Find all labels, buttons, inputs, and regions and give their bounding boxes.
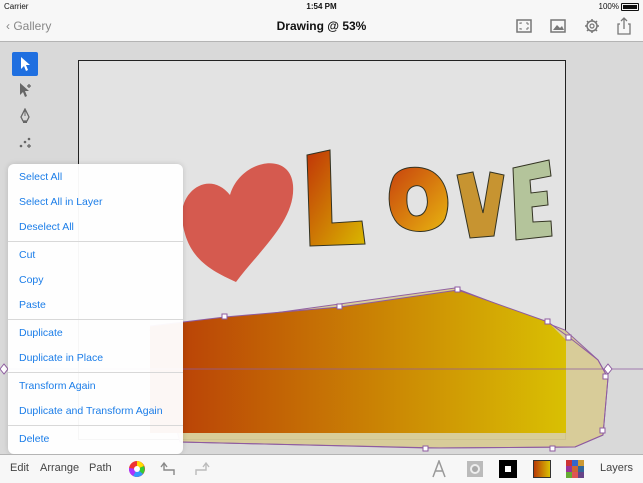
color-wheel-icon[interactable] xyxy=(128,460,146,478)
pen-icon xyxy=(20,108,30,123)
menu-item-copy[interactable]: Copy xyxy=(8,268,183,293)
text-tool-icon[interactable] xyxy=(430,460,448,478)
menu-item-select-all[interactable]: Select All xyxy=(8,165,183,190)
arrange-button[interactable]: Arrange xyxy=(40,462,79,474)
menu-divider xyxy=(8,372,183,373)
menu-item-duplicate[interactable]: Duplicate xyxy=(8,321,183,346)
path-button[interactable]: Path xyxy=(89,462,112,474)
share-icon[interactable] xyxy=(614,17,634,35)
redo-icon[interactable] xyxy=(192,461,210,477)
heart-shape xyxy=(181,163,294,282)
letter-v xyxy=(456,171,505,239)
fill-color-swatch[interactable] xyxy=(533,460,551,478)
blend-mode-icon[interactable] xyxy=(466,460,484,478)
document-title: Drawing @ 53% xyxy=(276,19,367,33)
scatter-tool[interactable] xyxy=(12,130,38,154)
menu-item-transform-again[interactable]: Transform Again xyxy=(8,374,183,399)
letter-o xyxy=(388,166,449,232)
menu-divider xyxy=(8,319,183,320)
scatter-icon xyxy=(19,137,31,148)
stroke-color-swatch[interactable] xyxy=(499,460,517,478)
image-icon[interactable] xyxy=(548,17,568,35)
menu-divider xyxy=(8,241,183,242)
status-time: 1:54 PM xyxy=(306,2,337,11)
menu-item-paste[interactable]: Paste xyxy=(8,293,183,318)
gear-icon[interactable] xyxy=(582,17,602,35)
undo-icon[interactable] xyxy=(160,461,178,477)
menu-item-deselect-all[interactable]: Deselect All xyxy=(8,215,183,240)
status-bar: Carrier 1:54 PM 100% xyxy=(0,0,643,12)
menu-item-delete[interactable]: Delete xyxy=(8,427,183,452)
bottom-toolbar: Edit Arrange Path Layers xyxy=(0,454,643,483)
select-tool[interactable] xyxy=(12,52,38,76)
menu-item-select-all-in-layer[interactable]: Select All in Layer xyxy=(8,190,183,215)
letter-l xyxy=(306,149,366,247)
swatches-icon[interactable] xyxy=(566,460,584,478)
menu-item-cut[interactable]: Cut xyxy=(8,243,183,268)
fit-screen-icon[interactable] xyxy=(514,17,534,35)
battery-percent: 100% xyxy=(598,2,619,11)
menu-divider xyxy=(8,425,183,426)
battery-icon xyxy=(621,3,639,11)
edit-button[interactable]: Edit xyxy=(10,462,29,474)
gradient-band xyxy=(150,290,566,433)
menu-item-duplicate-in-place[interactable]: Duplicate in Place xyxy=(8,346,183,371)
tools-panel xyxy=(12,52,40,156)
menu-item-duplicate-and-transform-again[interactable]: Duplicate and Transform Again xyxy=(8,399,183,424)
node-cursor-icon xyxy=(20,83,31,97)
node-select-tool[interactable] xyxy=(12,78,38,102)
layers-button[interactable]: Layers xyxy=(600,462,633,474)
arrow-cursor-icon xyxy=(21,57,30,71)
pen-tool[interactable] xyxy=(12,104,38,128)
nav-bar: ‹ Gallery Drawing @ 53% xyxy=(0,12,643,42)
edit-menu: Select All Select All in Layer Deselect … xyxy=(8,164,183,462)
letter-e xyxy=(512,159,553,241)
